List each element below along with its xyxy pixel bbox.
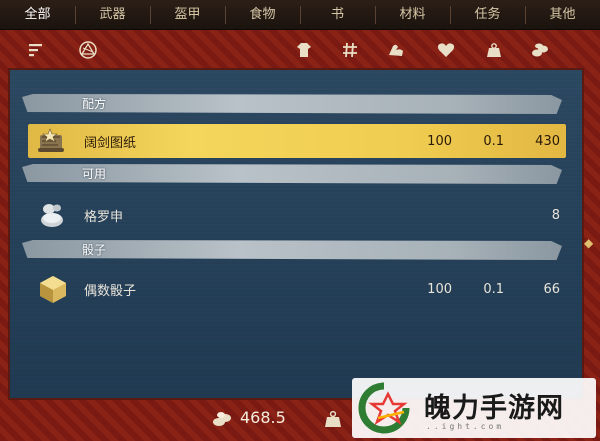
item-value-1: 100 [427, 281, 452, 297]
sort-icon[interactable] [22, 34, 50, 66]
item-value-1: 100 [427, 133, 452, 149]
scroll-marker-icon[interactable]: ◆ [584, 236, 594, 250]
groschen-coins-icon [41, 204, 63, 227]
tab-quests[interactable]: 任务 [450, 0, 525, 30]
tab-armor[interactable]: 盔甲 [150, 0, 225, 30]
strength-arm-icon[interactable] [382, 34, 410, 66]
item-name: 偶数骰子 [84, 283, 137, 299]
item-name: 格罗申 [84, 209, 124, 225]
tab-materials[interactable]: 材料 [375, 0, 450, 30]
hash-icon[interactable] [336, 34, 364, 66]
section-dice: 骰子 [22, 240, 562, 260]
inventory-list-panel [8, 68, 584, 400]
weight-icon [325, 410, 341, 427]
watermark-text: 魄力手游网 [424, 393, 564, 424]
tab-food[interactable]: 食物 [225, 0, 300, 30]
item-value-3: 8 [551, 207, 560, 223]
section-label: 配方 [82, 97, 107, 111]
item-value-2: 0.1 [483, 133, 504, 149]
category-tabs: 全部 武器 盔甲 食物 书 材料 任务 其他 [0, 0, 600, 30]
tab-weapons[interactable]: 武器 [75, 0, 150, 30]
gold-coins-icon[interactable] [526, 34, 554, 66]
filter-icon-bar [8, 34, 592, 66]
heart-icon[interactable] [432, 34, 460, 66]
section-recipes: 配方 [22, 94, 562, 114]
list-item-even-die[interactable]: 偶数骰子 100 0.1 66 [28, 272, 566, 306]
tab-other[interactable]: 其他 [525, 0, 600, 30]
section-usable: 可用 [22, 164, 562, 184]
section-label: 可用 [82, 167, 107, 181]
golden-die-icon [40, 276, 66, 303]
list-item-broadsword-blueprint[interactable]: 阔剑图纸 100 0.1 430 [28, 124, 566, 158]
robe-icon[interactable] [290, 34, 318, 66]
tab-books[interactable]: 书 [300, 0, 375, 30]
list-item-groschen[interactable]: 格罗申 8 [28, 198, 566, 232]
watermark-url: ..ight.com [426, 422, 505, 431]
scroll-blueprint-icon [38, 128, 64, 152]
watermark: 魄力手游网 ..ight.com [352, 378, 596, 438]
item-value-2: 0.1 [483, 281, 504, 297]
tab-all[interactable]: 全部 [0, 0, 75, 30]
money-amount: 468.5 [240, 408, 286, 427]
watermark-logo-icon [358, 382, 410, 434]
alchemy-symbol-icon[interactable] [74, 34, 102, 66]
item-value-3: 66 [543, 281, 560, 297]
item-name: 阔剑图纸 [84, 135, 137, 151]
coin-pile-icon [213, 412, 231, 426]
item-value-3: 430 [535, 133, 560, 149]
section-label: 骰子 [82, 243, 107, 257]
weight-icon[interactable] [480, 34, 508, 66]
